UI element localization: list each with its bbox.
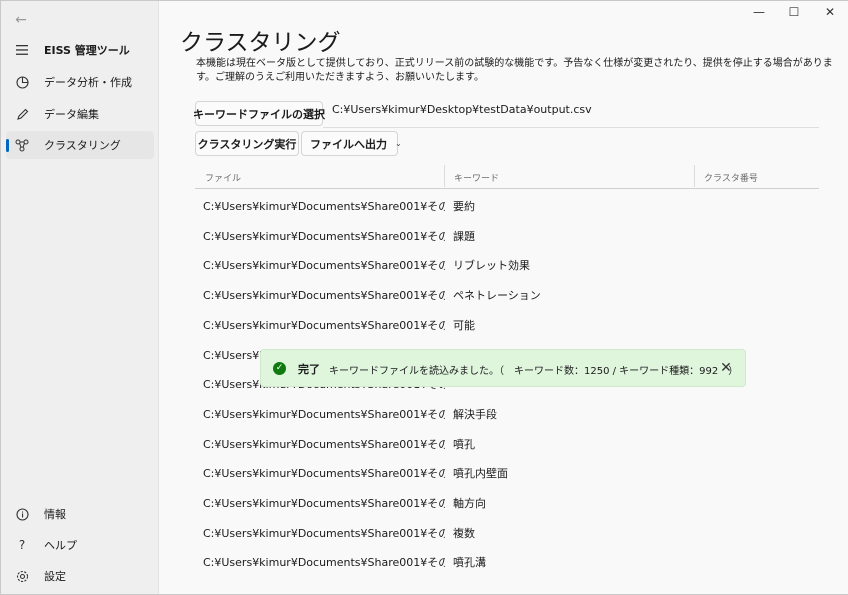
- file-cell: C:¥Users¥kimur¥Documents¥Share001¥その他ファイ…: [203, 467, 445, 481]
- gear-icon: [14, 568, 30, 584]
- keyword-cell: 噴孔溝: [453, 556, 486, 570]
- header-divider: [195, 188, 819, 189]
- column-header-keyword[interactable]: キーワード: [454, 171, 499, 184]
- column-header-file[interactable]: ファイル: [205, 171, 241, 184]
- close-icon: ✕: [720, 360, 732, 376]
- table-row[interactable]: C:¥Users¥kimur¥Documents¥Share001¥その他ファイ…: [195, 517, 819, 547]
- close-icon: ✕: [824, 5, 836, 19]
- minimize-button[interactable]: —: [744, 5, 774, 19]
- table-row[interactable]: C:¥Users¥kimur¥Documents¥Share001¥その他ファイ…: [195, 279, 819, 309]
- table-row[interactable]: C:¥Users¥kimur¥Documents¥Share001¥その他ファイ…: [195, 249, 819, 279]
- page-description: 本機能は現在ベータ版として提供しており、正式リリース前の試験的な機能です。予告な…: [196, 58, 833, 83]
- keyword-cell: リブレット効果: [453, 259, 530, 273]
- arrow-left-icon: ←: [15, 12, 27, 28]
- table-row[interactable]: C:¥Users¥kimur¥Documents¥Share001¥その他ファイ…: [195, 220, 819, 250]
- sidebar: ← EISS 管理ツール データ分析・作成 データ編集 クラスタリング 情報 ?…: [1, 1, 158, 594]
- run-clustering-button[interactable]: クラスタリング実行: [195, 131, 299, 156]
- file-cell: C:¥Users¥kimur¥Documents¥Share001¥その他ファイ…: [203, 229, 445, 243]
- file-cell: C:¥Users¥kimur¥Documents¥Share001¥その他ファイ…: [203, 259, 445, 273]
- sidebar-item-label: データ分析・作成: [44, 76, 132, 89]
- toast-close-button[interactable]: ✕: [717, 359, 735, 377]
- chevron-down-icon: ⌄: [395, 139, 402, 148]
- keyword-cell: 解決手段: [453, 407, 497, 421]
- sidebar-item-settings[interactable]: 設定: [6, 562, 154, 590]
- keyword-cell: 可能: [453, 318, 475, 332]
- toast-title: 完了: [298, 363, 320, 376]
- table-row[interactable]: C:¥Users¥kimur¥Documents¥Share001¥その他ファイ…: [195, 398, 819, 428]
- app-window: ← EISS 管理ツール データ分析・作成 データ編集 クラスタリング 情報 ?…: [0, 0, 848, 595]
- table-row[interactable]: C:¥Users¥kimur¥Documents¥Share001¥その他ファイ…: [195, 546, 819, 576]
- sidebar-item-edit[interactable]: データ編集: [6, 100, 154, 128]
- hamburger-icon: [14, 42, 30, 58]
- success-toast: ✓ 完了 キーワードファイルを読込みました。（ キーワード数：1250 / キー…: [260, 349, 746, 387]
- help-icon: ?: [18, 538, 26, 552]
- file-cell: C:¥Users¥kimur¥Documents¥Share001¥その他ファイ…: [203, 200, 445, 213]
- file-cell: C:¥Users¥kimur¥Documents¥Share001¥その他ファイ…: [203, 556, 445, 570]
- table-row[interactable]: C:¥Users¥kimur¥Documents¥Share001¥その他ファイ…: [195, 428, 819, 458]
- keyword-cell: ペネトレーション: [453, 289, 541, 303]
- table-row[interactable]: C:¥Users¥kimur¥Documents¥Share001¥その他ファイ…: [195, 309, 819, 339]
- maximize-button[interactable]: ☐: [779, 5, 809, 19]
- keyword-cell: 噴孔内壁面: [453, 467, 508, 481]
- file-cell: C:¥Users¥kimur¥Documents¥Share001¥その他ファイ…: [203, 526, 445, 540]
- checkmark-icon: ✓: [273, 362, 286, 375]
- path-underline: [323, 127, 819, 128]
- sidebar-item-label: 情報: [44, 508, 66, 521]
- keyword-cell: 要約: [453, 200, 475, 213]
- selection-indicator: [6, 139, 9, 152]
- file-cell: C:¥Users¥kimur¥Documents¥Share001¥その他ファイ…: [203, 437, 445, 451]
- chart-pie-icon: [14, 74, 30, 90]
- toast-message: キーワードファイルを読込みました。（ キーワード数：1250 / キーワード種類…: [329, 366, 739, 377]
- file-cell: C:¥Users¥kimur¥Documents¥Share001¥その他ファイ…: [203, 407, 445, 421]
- sidebar-item-clustering[interactable]: クラスタリング: [6, 131, 154, 159]
- cluster-icon: [14, 137, 30, 153]
- export-label: ファイルへ出力: [310, 137, 387, 151]
- file-cell: C:¥Users¥kimur¥Documents¥Share001¥その他ファイ…: [203, 289, 445, 303]
- column-separator[interactable]: [694, 165, 695, 187]
- table-row[interactable]: C:¥Users¥kimur¥Documents¥Share001¥その他ファイ…: [195, 457, 819, 487]
- sidebar-item-analysis[interactable]: データ分析・作成: [6, 68, 154, 96]
- sidebar-item-label: 設定: [44, 570, 66, 583]
- back-button[interactable]: ←: [9, 9, 33, 31]
- keyword-cell: 複数: [453, 526, 475, 540]
- info-icon: [14, 506, 30, 522]
- page-title: クラスタリング: [180, 30, 341, 56]
- file-cell: C:¥Users¥kimur¥Documents¥Share001¥その他ファイ…: [203, 497, 445, 510]
- close-window-button[interactable]: ✕: [815, 5, 845, 19]
- app-title: EISS 管理ツール: [44, 44, 130, 57]
- pencil-icon: [14, 106, 30, 122]
- selected-file-path: C:¥Users¥kimur¥Desktop¥testData¥output.c…: [332, 103, 592, 116]
- select-keyword-file-button[interactable]: キーワードファイルの選択: [193, 101, 325, 126]
- menu-toggle[interactable]: EISS 管理ツール: [6, 36, 154, 64]
- table-row[interactable]: C:¥Users¥kimur¥Documents¥Share001¥その他ファイ…: [195, 190, 819, 220]
- export-dropdown-button[interactable]: ファイルへ出力 ⌄: [301, 131, 402, 156]
- column-header-cluster[interactable]: クラスタ番号: [704, 171, 758, 184]
- keyword-cell: 軸方向: [453, 497, 486, 510]
- minimize-icon: —: [753, 5, 765, 19]
- file-cell: C:¥Users¥kimur¥Documents¥Share001¥その他ファイ…: [203, 318, 445, 332]
- sidebar-item-label: クラスタリング: [44, 139, 121, 152]
- keyword-cell: 噴孔: [453, 437, 475, 451]
- sidebar-item-help[interactable]: ? ヘルプ: [6, 531, 154, 559]
- sidebar-item-label: データ編集: [44, 108, 99, 121]
- maximize-icon: ☐: [788, 5, 800, 19]
- keyword-cell: 課題: [453, 229, 475, 243]
- table-row[interactable]: C:¥Users¥kimur¥Documents¥Share001¥その他ファイ…: [195, 487, 819, 517]
- column-separator[interactable]: [444, 165, 445, 187]
- sidebar-item-info[interactable]: 情報: [6, 500, 154, 528]
- main-content: — ☐ ✕ クラスタリング 本機能は現在ベータ版として提供しており、正式リリース…: [158, 1, 848, 594]
- sidebar-item-label: ヘルプ: [44, 539, 77, 552]
